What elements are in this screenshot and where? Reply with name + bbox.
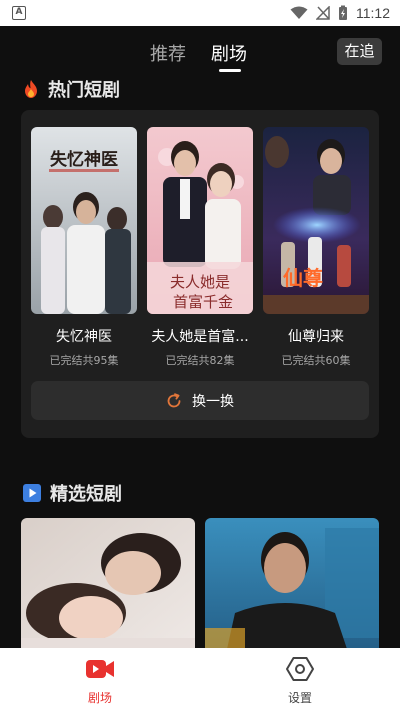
hot-section-title: 热门短剧: [48, 80, 120, 101]
drama-episode-status: 已完结共95集: [49, 354, 119, 367]
active-tab-indicator: [219, 69, 241, 72]
bottom-nav-settings-label: 设置: [287, 691, 312, 705]
refresh-label: 换一换: [192, 393, 234, 410]
bottom-nav: 剧场 设置: [0, 648, 400, 710]
poster-3-calligraphy: 仙尊: [283, 266, 323, 290]
featured-drama-card[interactable]: [205, 518, 379, 658]
wifi-icon: [290, 6, 308, 19]
battery-charging-icon: [339, 5, 347, 20]
tab-theater[interactable]: 剧场: [211, 40, 247, 66]
fire-icon: [25, 80, 37, 98]
status-bar: A 11:12: [0, 0, 400, 26]
drama-item[interactable]: 失忆神医 失忆神医 已完结共95集: [31, 127, 137, 368]
poster-1-calligraphy: 失忆神医: [50, 149, 118, 170]
drama-episode-status: 已完结共82集: [165, 354, 235, 367]
bottom-nav-settings[interactable]: 设置: [260, 656, 340, 706]
drama-title[interactable]: 失忆神医: [31, 326, 137, 346]
hot-dramas-card: 失忆神医 失忆神医 已完结共95集 夫人她是 首富千金 夫人她是首富... 已完…: [21, 110, 379, 438]
tab-recommend[interactable]: 推荐: [150, 40, 186, 66]
video-camera-icon: [86, 660, 114, 678]
following-button[interactable]: 在追: [337, 38, 382, 65]
bottom-nav-theater-label: 剧场: [87, 691, 112, 705]
settings-hexagon-icon: [286, 657, 314, 681]
status-time: 11:12: [356, 5, 390, 21]
drama-poster[interactable]: 仙尊: [263, 127, 369, 314]
refresh-button[interactable]: 换一换: [31, 381, 369, 420]
drama-poster[interactable]: 失忆神医: [31, 127, 137, 314]
bottom-nav-theater[interactable]: 剧场: [60, 656, 140, 706]
featured-drama-card[interactable]: [21, 518, 195, 658]
picks-section-header: 精选短剧: [22, 480, 122, 506]
drama-poster[interactable]: 夫人她是 首富千金: [147, 127, 253, 314]
play-square-icon: [23, 484, 41, 502]
picks-section-title: 精选短剧: [50, 484, 122, 505]
drama-title[interactable]: 夫人她是首富...: [147, 326, 253, 346]
poster-2-calligraphy: 夫人她是: [170, 273, 230, 291]
no-signal-icon: [316, 6, 330, 20]
refresh-icon: [167, 392, 181, 407]
hot-section-header: 热门短剧: [22, 76, 120, 102]
drama-title[interactable]: 仙尊归来: [263, 326, 369, 346]
drama-item[interactable]: 仙尊 仙尊归来 已完结共60集: [263, 127, 369, 368]
drama-item[interactable]: 夫人她是 首富千金 夫人她是首富... 已完结共82集: [147, 127, 253, 368]
status-icons: 11:12: [290, 4, 390, 22]
drama-episode-status: 已完结共60集: [281, 354, 351, 367]
app-notification-icon: A: [12, 6, 26, 20]
svg-text:首富千金: 首富千金: [173, 293, 233, 311]
top-nav: 推荐 剧场 在追: [0, 26, 400, 76]
